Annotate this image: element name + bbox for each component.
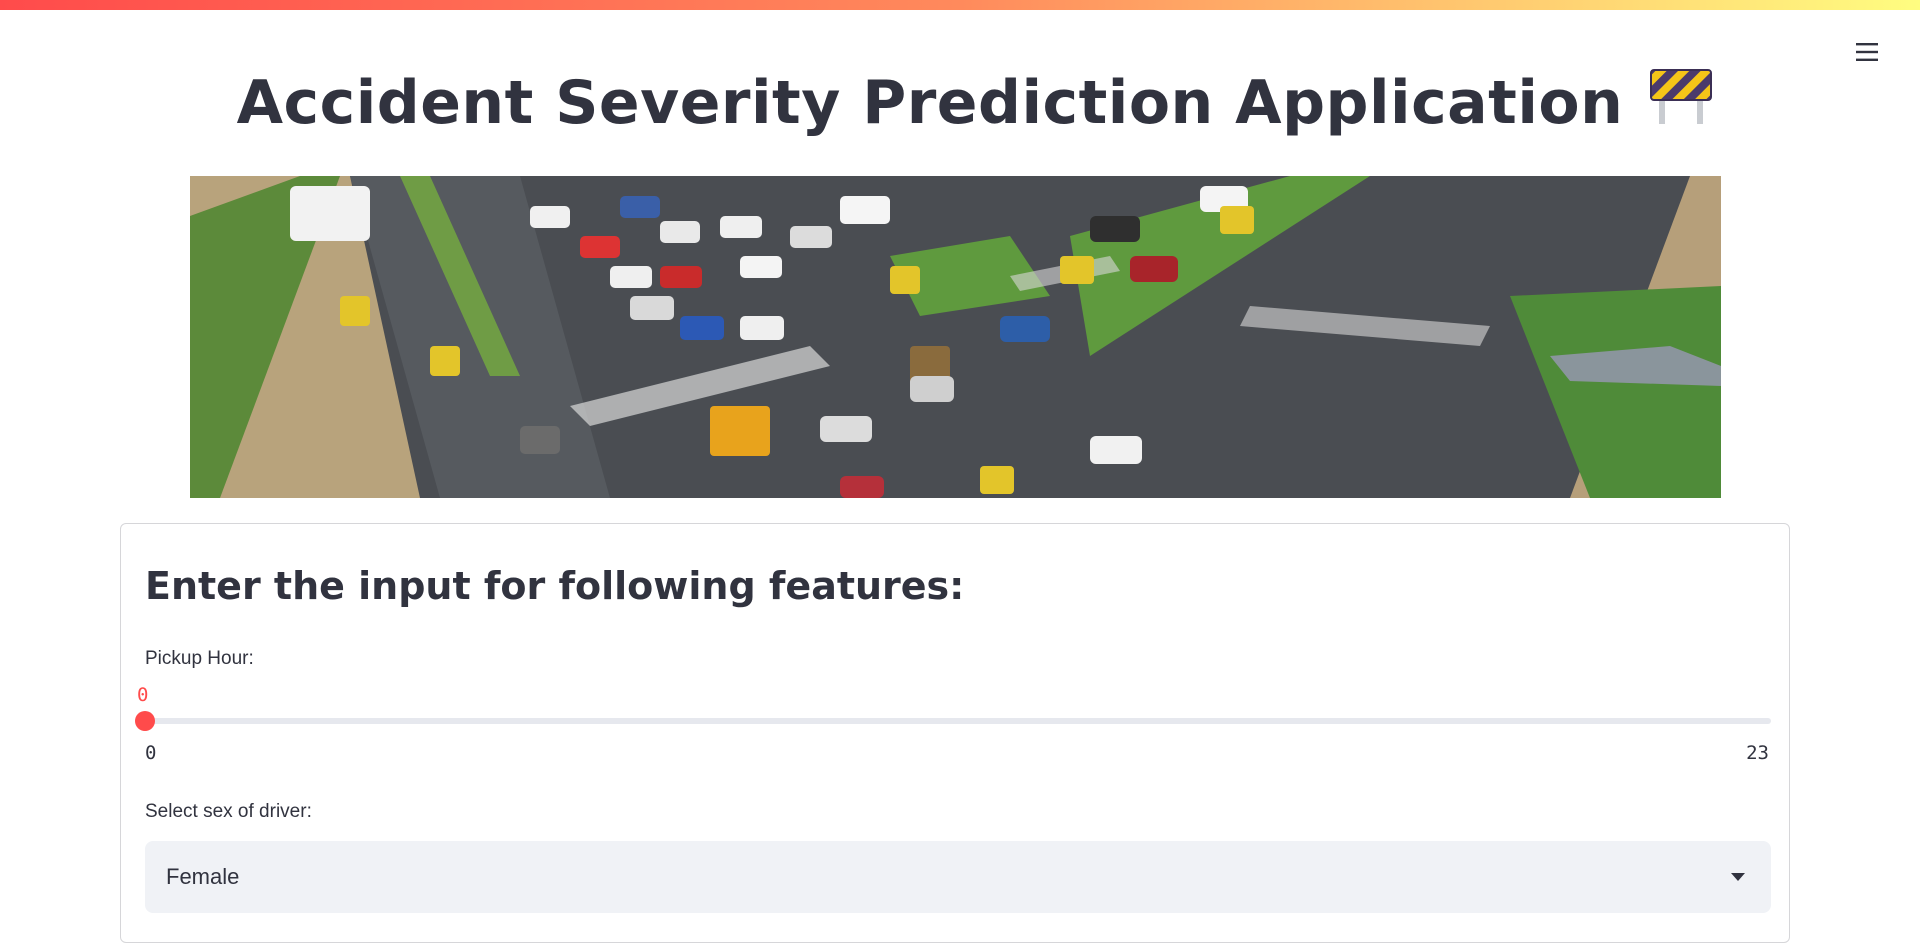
pickup-hour-label: Pickup Hour:	[145, 648, 254, 669]
chevron-down-icon	[1731, 873, 1745, 881]
pickup-hour-current-value: 0	[137, 684, 149, 706]
pickup-hour-slider-thumb[interactable]	[135, 711, 155, 731]
form-heading: Enter the input for following features:	[145, 564, 965, 608]
pickup-hour-max-label: 23	[1746, 742, 1769, 764]
header-decoration-bar	[0, 0, 1920, 10]
pickup-hour-slider[interactable]	[135, 711, 1771, 731]
driver-sex-select[interactable]: Female	[145, 841, 1771, 913]
pickup-hour-min-label: 0	[145, 742, 157, 764]
page-title-text: Accident Severity Prediction Application	[236, 67, 1624, 138]
feature-input-form: Enter the input for following features: …	[120, 523, 1790, 943]
page-title: Accident Severity Prediction Application	[237, 66, 1714, 139]
driver-sex-selected-value: Female	[166, 864, 240, 889]
traffic-intersection-photo	[190, 176, 1721, 498]
construction-barrier-icon	[1649, 66, 1713, 139]
main-menu-button[interactable]	[1849, 36, 1885, 68]
hamburger-menu-icon	[1856, 42, 1878, 62]
driver-sex-label: Select sex of driver:	[145, 801, 312, 822]
